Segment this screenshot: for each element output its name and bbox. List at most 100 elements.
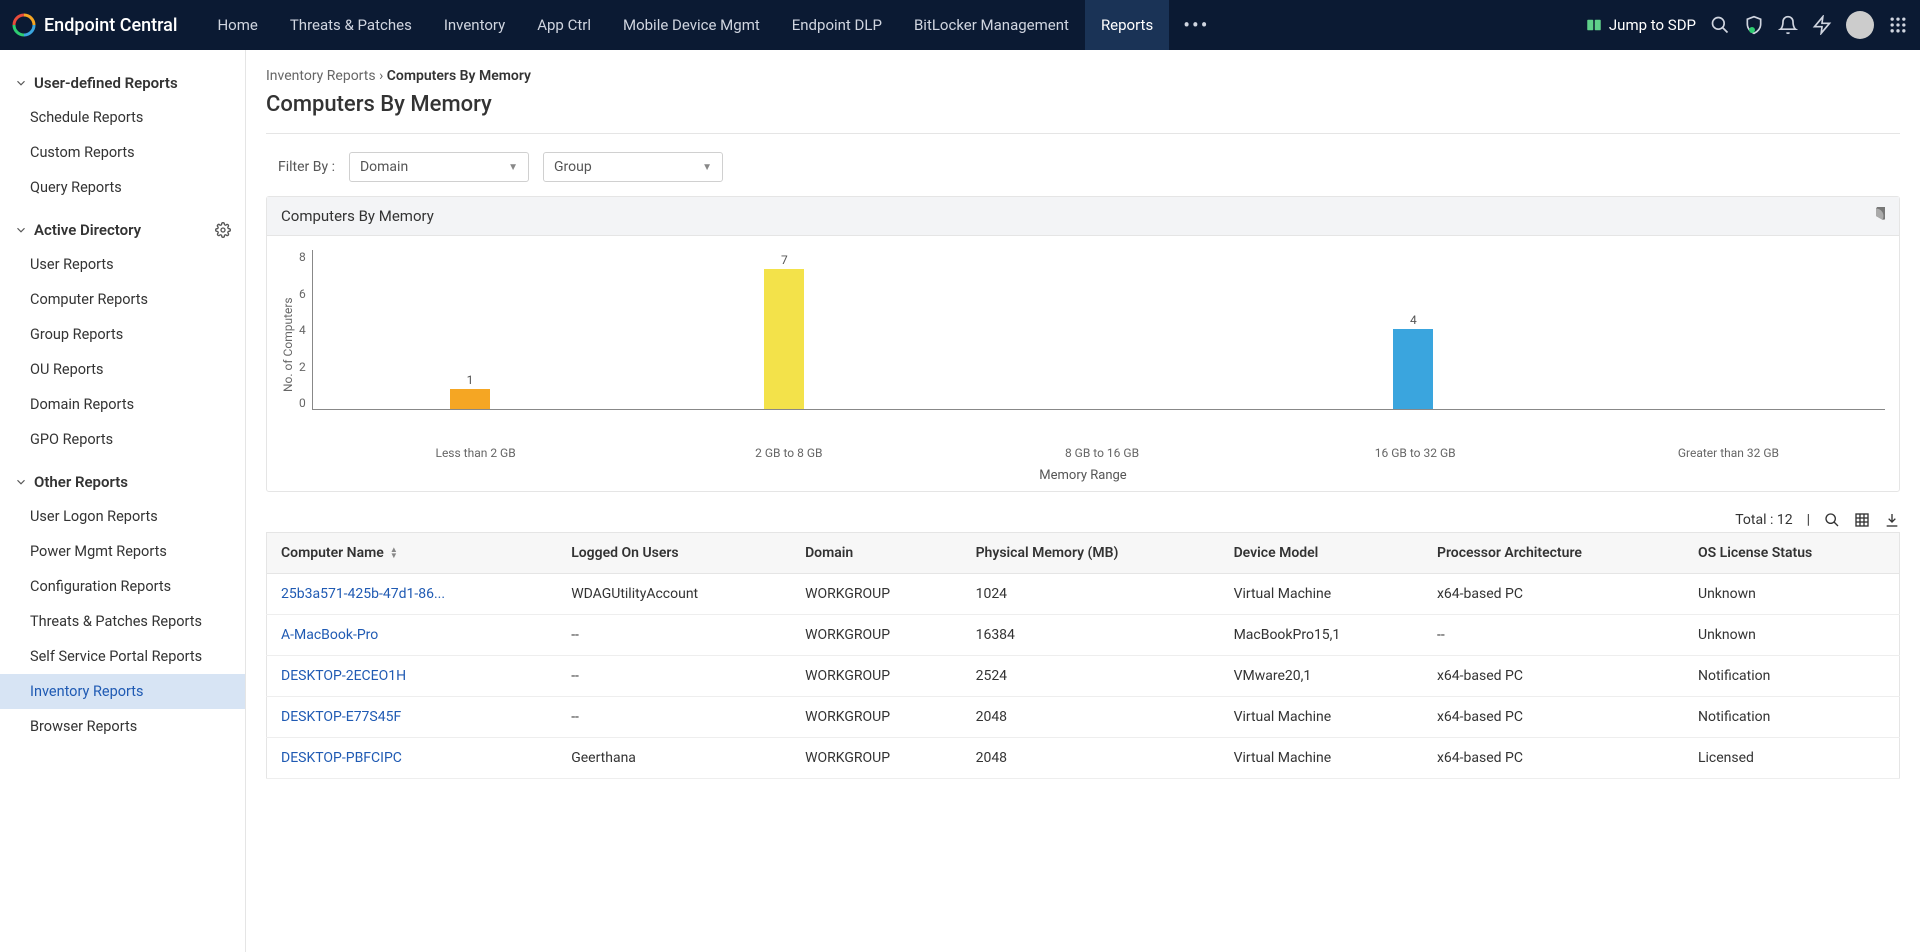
computer-name-link[interactable]: DESKTOP-E77S45F — [267, 697, 558, 738]
search-icon[interactable] — [1710, 15, 1730, 35]
bar-slot: 7 — [627, 253, 941, 409]
computer-name-link[interactable]: 25b3a571-425b-47d1-86... — [267, 574, 558, 615]
sidebar-item-inventory-reports[interactable]: Inventory Reports — [0, 674, 245, 709]
col-processor-architecture[interactable]: Processor Architecture — [1423, 533, 1684, 574]
table-cell: Notification — [1684, 697, 1900, 738]
apps-grid-icon[interactable] — [1888, 15, 1908, 35]
col-physical-memory-mb-[interactable]: Physical Memory (MB) — [962, 533, 1220, 574]
chart-card-header: Computers By Memory — [267, 197, 1899, 236]
table-cell: WORKGROUP — [791, 656, 962, 697]
col-device-model[interactable]: Device Model — [1220, 533, 1423, 574]
sort-icon[interactable]: ▲▼ — [390, 547, 398, 559]
bar-value-label: 4 — [1410, 313, 1417, 327]
chevron-down-icon — [14, 475, 28, 489]
nav-item-app-ctrl[interactable]: App Ctrl — [521, 0, 607, 50]
computer-name-link[interactable]: DESKTOP-PBFCIPC — [267, 738, 558, 779]
table-cell: WORKGROUP — [791, 574, 962, 615]
shield-icon[interactable] — [1744, 15, 1764, 35]
col-logged-on-users[interactable]: Logged On Users — [557, 533, 791, 574]
sidebar: User-defined ReportsSchedule ReportsCust… — [0, 50, 246, 952]
filter-domain-select[interactable]: Domain ▼ — [349, 152, 529, 182]
avatar[interactable] — [1846, 11, 1874, 39]
table-cell: Unknown — [1684, 615, 1900, 656]
col-os-license-status[interactable]: OS License Status — [1684, 533, 1900, 574]
sidebar-section-active-directory[interactable]: Active Directory — [0, 213, 245, 247]
plot-area: 1 7 4 — [312, 250, 1885, 410]
table-row: A-MacBook-Pro--WORKGROUP16384MacBookPro1… — [267, 615, 1900, 656]
nav-item-inventory[interactable]: Inventory — [428, 0, 521, 50]
bar-value-label: 1 — [467, 373, 474, 387]
col-computer-name[interactable]: Computer Name▲▼ — [267, 533, 558, 574]
sidebar-item-query-reports[interactable]: Query Reports — [0, 170, 245, 205]
pie-chart-icon[interactable] — [1867, 207, 1885, 225]
col-domain[interactable]: Domain — [791, 533, 962, 574]
sidebar-section-user-defined-reports[interactable]: User-defined Reports — [0, 66, 245, 100]
bar-value-label: 7 — [781, 253, 788, 267]
sidebar-item-ou-reports[interactable]: OU Reports — [0, 352, 245, 387]
breadcrumb-current: Computers By Memory — [387, 68, 531, 84]
filter-label: Filter By : — [278, 159, 335, 175]
nav-more-icon[interactable]: ••• — [1169, 13, 1223, 37]
brand-name: Endpoint Central — [44, 15, 177, 36]
table-columns-icon[interactable] — [1854, 512, 1870, 528]
nav-item-endpoint-dlp[interactable]: Endpoint DLP — [776, 0, 898, 50]
nav-item-mobile-device-mgmt[interactable]: Mobile Device Mgmt — [607, 0, 776, 50]
brand[interactable]: Endpoint Central — [12, 13, 177, 37]
y-axis-label: No. of Computers — [281, 250, 295, 440]
table-cell: Virtual Machine — [1220, 697, 1423, 738]
table-export-icon[interactable] — [1884, 512, 1900, 528]
computer-name-link[interactable]: A-MacBook-Pro — [267, 615, 558, 656]
sidebar-item-computer-reports[interactable]: Computer Reports — [0, 282, 245, 317]
sidebar-item-browser-reports[interactable]: Browser Reports — [0, 709, 245, 744]
filter-group-select[interactable]: Group ▼ — [543, 152, 723, 182]
sidebar-item-user-reports[interactable]: User Reports — [0, 247, 245, 282]
sidebar-item-group-reports[interactable]: Group Reports — [0, 317, 245, 352]
computer-name-link[interactable]: DESKTOP-2ECEO1H — [267, 656, 558, 697]
sidebar-item-domain-reports[interactable]: Domain Reports — [0, 387, 245, 422]
x-tick-label: Greater than 32 GB — [1572, 440, 1885, 460]
sidebar-item-threats-patches-reports[interactable]: Threats & Patches Reports — [0, 604, 245, 639]
table-cell: WORKGROUP — [791, 615, 962, 656]
nav-item-reports[interactable]: Reports — [1085, 0, 1169, 50]
jump-sdp-label: Jump to SDP — [1609, 16, 1696, 34]
table-search-icon[interactable] — [1824, 512, 1840, 528]
sidebar-item-schedule-reports[interactable]: Schedule Reports — [0, 100, 245, 135]
breadcrumb-sep: › — [379, 68, 387, 84]
table-cell: Licensed — [1684, 738, 1900, 779]
sidebar-item-gpo-reports[interactable]: GPO Reports — [0, 422, 245, 457]
bar[interactable] — [1393, 329, 1433, 409]
sidebar-item-self-service-portal-reports[interactable]: Self Service Portal Reports — [0, 639, 245, 674]
table-cell: WDAGUtilityAccount — [557, 574, 791, 615]
breadcrumb-parent[interactable]: Inventory Reports — [266, 68, 376, 84]
table-total: Total : 12 — [1735, 512, 1792, 528]
bar[interactable] — [764, 269, 804, 409]
table-cell: VMware20,1 — [1220, 656, 1423, 697]
bolt-icon[interactable] — [1812, 15, 1832, 35]
y-tick: 6 — [299, 287, 306, 301]
table-cell: x64-based PC — [1423, 574, 1684, 615]
sidebar-item-user-logon-reports[interactable]: User Logon Reports — [0, 499, 245, 534]
nav-item-threats-patches[interactable]: Threats & Patches — [274, 0, 428, 50]
computers-table: Computer Name▲▼Logged On UsersDomainPhys… — [266, 532, 1900, 779]
main-content: Inventory Reports › Computers By Memory … — [246, 50, 1920, 952]
brand-logo-icon — [12, 13, 36, 37]
table-cell: x64-based PC — [1423, 697, 1684, 738]
y-tick: 0 — [299, 396, 306, 410]
sidebar-item-power-mgmt-reports[interactable]: Power Mgmt Reports — [0, 534, 245, 569]
bar[interactable] — [450, 389, 490, 409]
gear-icon[interactable] — [215, 222, 231, 238]
sidebar-item-configuration-reports[interactable]: Configuration Reports — [0, 569, 245, 604]
bell-icon[interactable] — [1778, 15, 1798, 35]
jump-to-sdp-button[interactable]: Jump to SDP — [1585, 16, 1696, 34]
table-toolbar: Total : 12 | — [266, 512, 1900, 528]
nav-item-home[interactable]: Home — [201, 0, 273, 50]
nav-right: Jump to SDP — [1585, 11, 1908, 39]
table-cell: -- — [557, 656, 791, 697]
nav-items: HomeThreats & PatchesInventoryApp CtrlMo… — [201, 0, 1584, 50]
caret-down-icon: ▼ — [508, 162, 518, 173]
sidebar-section-other-reports[interactable]: Other Reports — [0, 465, 245, 499]
sidebar-item-custom-reports[interactable]: Custom Reports — [0, 135, 245, 170]
filter-domain-value: Domain — [360, 159, 408, 175]
breadcrumb: Inventory Reports › Computers By Memory — [266, 68, 1900, 84]
nav-item-bitlocker-management[interactable]: BitLocker Management — [898, 0, 1085, 50]
